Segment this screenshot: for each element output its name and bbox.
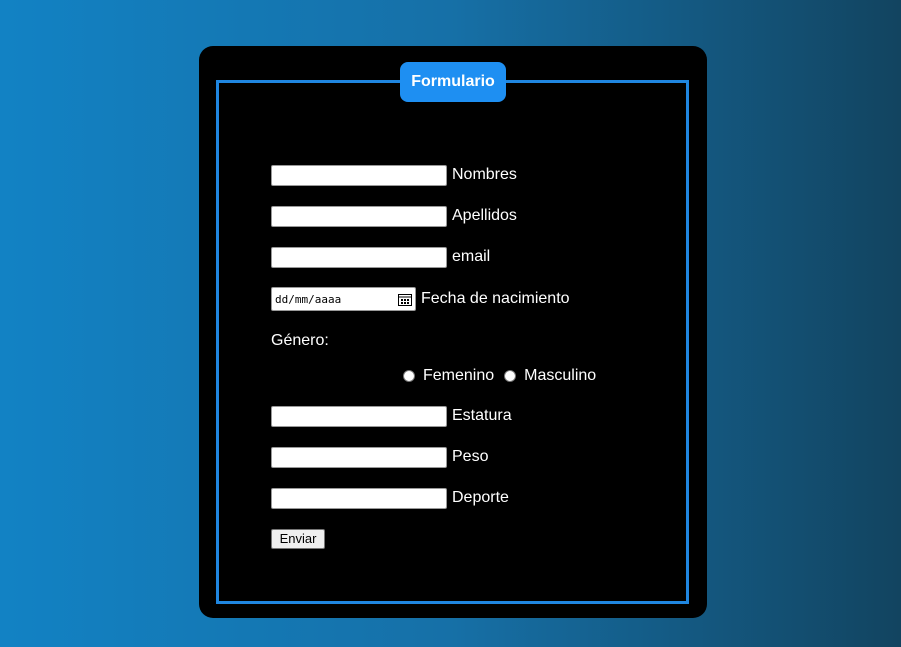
femenino-label[interactable]: Femenino	[423, 367, 494, 385]
apellidos-row: Apellidos	[271, 205, 517, 227]
estatura-input[interactable]	[271, 405, 447, 427]
masculino-label[interactable]: Masculino	[524, 367, 596, 385]
fecha-placeholder: dd/mm/aaaa	[275, 292, 342, 306]
estatura-label: Estatura	[452, 407, 512, 424]
email-input[interactable]	[271, 246, 447, 268]
peso-input[interactable]	[271, 446, 447, 468]
femenino-radio[interactable]	[403, 370, 415, 382]
apellidos-label: Apellidos	[452, 207, 517, 224]
deporte-row: Deporte	[271, 487, 509, 509]
genero-label: Género:	[271, 332, 329, 349]
submit-button[interactable]: Enviar	[271, 529, 325, 549]
genero-row: Género:	[271, 330, 329, 352]
nombres-row: Nombres	[271, 164, 517, 186]
genero-options: Femenino Masculino	[403, 365, 596, 387]
fecha-label: Fecha de nacimiento	[421, 290, 570, 307]
calendar-icon[interactable]	[398, 293, 412, 306]
apellidos-input[interactable]	[271, 205, 447, 227]
email-label: email	[452, 248, 491, 265]
nombres-input[interactable]	[271, 164, 447, 186]
fecha-input[interactable]: dd/mm/aaaa	[271, 287, 416, 311]
email-row: email	[271, 246, 490, 268]
estatura-row: Estatura	[271, 405, 512, 427]
nombres-label: Nombres	[452, 166, 517, 183]
peso-label: Peso	[452, 448, 489, 465]
form-card: Formulario Nombres Apellidos email dd/mm…	[199, 46, 707, 618]
peso-row: Peso	[271, 446, 488, 468]
form-legend: Formulario	[400, 62, 506, 102]
fecha-row: dd/mm/aaaa Fecha de nacimiento	[271, 287, 570, 311]
masculino-radio[interactable]	[504, 370, 517, 382]
deporte-label: Deporte	[452, 489, 509, 506]
deporte-input[interactable]	[271, 487, 447, 509]
